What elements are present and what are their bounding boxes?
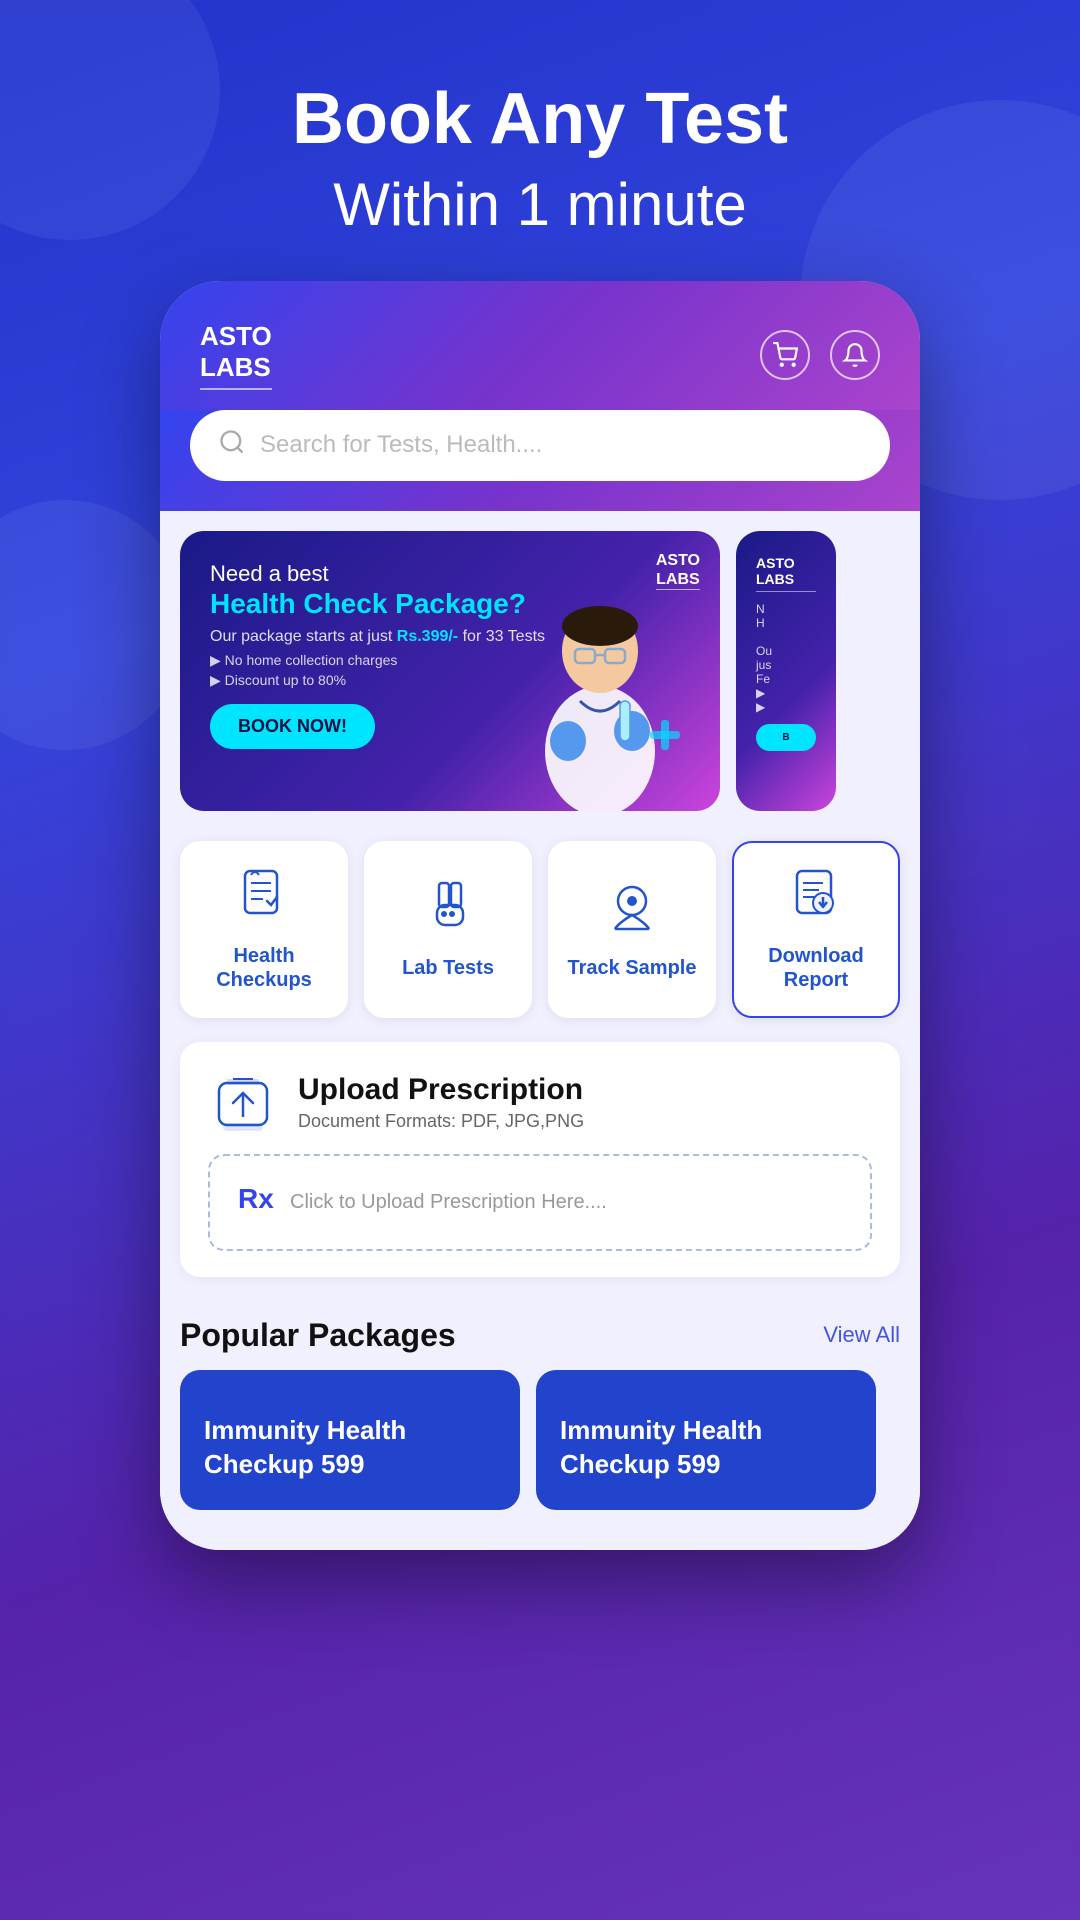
rx-icon: Rx bbox=[234, 1178, 274, 1227]
upload-placeholder: Click to Upload Prescription Here.... bbox=[290, 1191, 607, 1214]
search-placeholder: Search for Tests, Health.... bbox=[260, 431, 542, 459]
bell-icon[interactable] bbox=[830, 330, 880, 380]
hero-subtitle: Within 1 minute bbox=[60, 169, 1020, 241]
action-track-sample[interactable]: Track Sample bbox=[548, 841, 716, 1018]
secondary-banner-card[interactable]: ASTOLABS NHOujusFe▶▶ B bbox=[736, 531, 836, 811]
popular-header: Popular Packages View All bbox=[180, 1317, 900, 1354]
search-bar-wrap: Search for Tests, Health.... bbox=[160, 410, 920, 511]
bottom-spacer bbox=[160, 1520, 920, 1550]
upload-card: Upload Prescription Document Formats: PD… bbox=[180, 1042, 900, 1277]
svg-text:Rx: Rx bbox=[238, 1183, 274, 1214]
header-icons bbox=[760, 330, 880, 380]
secondary-logo: ASTOLABS bbox=[756, 555, 795, 587]
hero-title: Book Any Test bbox=[60, 80, 1020, 159]
secondary-btn[interactable]: B bbox=[756, 724, 816, 751]
search-icon bbox=[218, 428, 246, 463]
app-logo: ASTO LABS bbox=[200, 321, 272, 389]
upload-title: Upload Prescription bbox=[298, 1073, 584, 1107]
hero-section: Book Any Test Within 1 minute bbox=[0, 0, 1080, 281]
view-all-link[interactable]: View All bbox=[823, 1322, 900, 1348]
phone-mockup: ASTO LABS bbox=[160, 281, 920, 1549]
packages-row: Immunity Health Checkup 599 Immunity Hea… bbox=[180, 1370, 900, 1510]
action-download-report[interactable]: Download Report bbox=[732, 841, 900, 1018]
upload-text: Upload Prescription Document Formats: PD… bbox=[298, 1073, 584, 1132]
search-bar[interactable]: Search for Tests, Health.... bbox=[190, 410, 890, 481]
cart-icon[interactable] bbox=[760, 330, 810, 380]
secondary-text: NHOujusFe▶▶ bbox=[756, 602, 816, 714]
health-checkups-icon bbox=[237, 867, 291, 932]
package-card-2[interactable]: Immunity Health Checkup 599 bbox=[536, 1370, 876, 1510]
lab-tests-label: Lab Tests bbox=[402, 956, 494, 980]
popular-section: Popular Packages View All Immunity Healt… bbox=[160, 1297, 920, 1520]
quick-actions-grid: Health Checkups Lab Tests bbox=[160, 831, 920, 1042]
action-lab-tests[interactable]: Lab Tests bbox=[364, 841, 532, 1018]
package-label-2: Immunity Health Checkup 599 bbox=[560, 1414, 852, 1482]
popular-title: Popular Packages bbox=[180, 1317, 456, 1354]
package-card-1[interactable]: Immunity Health Checkup 599 bbox=[180, 1370, 520, 1510]
lab-tests-icon bbox=[421, 879, 475, 944]
doctor-image bbox=[480, 531, 720, 811]
track-sample-icon bbox=[605, 879, 659, 944]
package-label-1: Immunity Health Checkup 599 bbox=[204, 1414, 496, 1482]
upload-subtitle: Document Formats: PDF, JPG,PNG bbox=[298, 1111, 584, 1132]
app-header: ASTO LABS bbox=[160, 281, 920, 409]
action-health-checkups[interactable]: Health Checkups bbox=[180, 841, 348, 1018]
health-checkups-label: Health Checkups bbox=[196, 944, 332, 992]
download-report-label: Download Report bbox=[750, 944, 882, 992]
upload-header: Upload Prescription Document Formats: PD… bbox=[208, 1068, 872, 1138]
download-report-icon bbox=[789, 867, 843, 932]
main-banner-card[interactable]: ASTO LABS Need a best Health Check Packa… bbox=[180, 531, 720, 811]
track-sample-label: Track Sample bbox=[568, 956, 697, 980]
upload-section: Upload Prescription Document Formats: PD… bbox=[160, 1042, 920, 1297]
book-now-button[interactable]: BOOK NOW! bbox=[210, 704, 375, 749]
upload-icon bbox=[208, 1068, 278, 1138]
upload-input-area[interactable]: Rx Click to Upload Prescription Here.... bbox=[208, 1154, 872, 1251]
banner-area: ASTO LABS Need a best Health Check Packa… bbox=[160, 511, 920, 831]
